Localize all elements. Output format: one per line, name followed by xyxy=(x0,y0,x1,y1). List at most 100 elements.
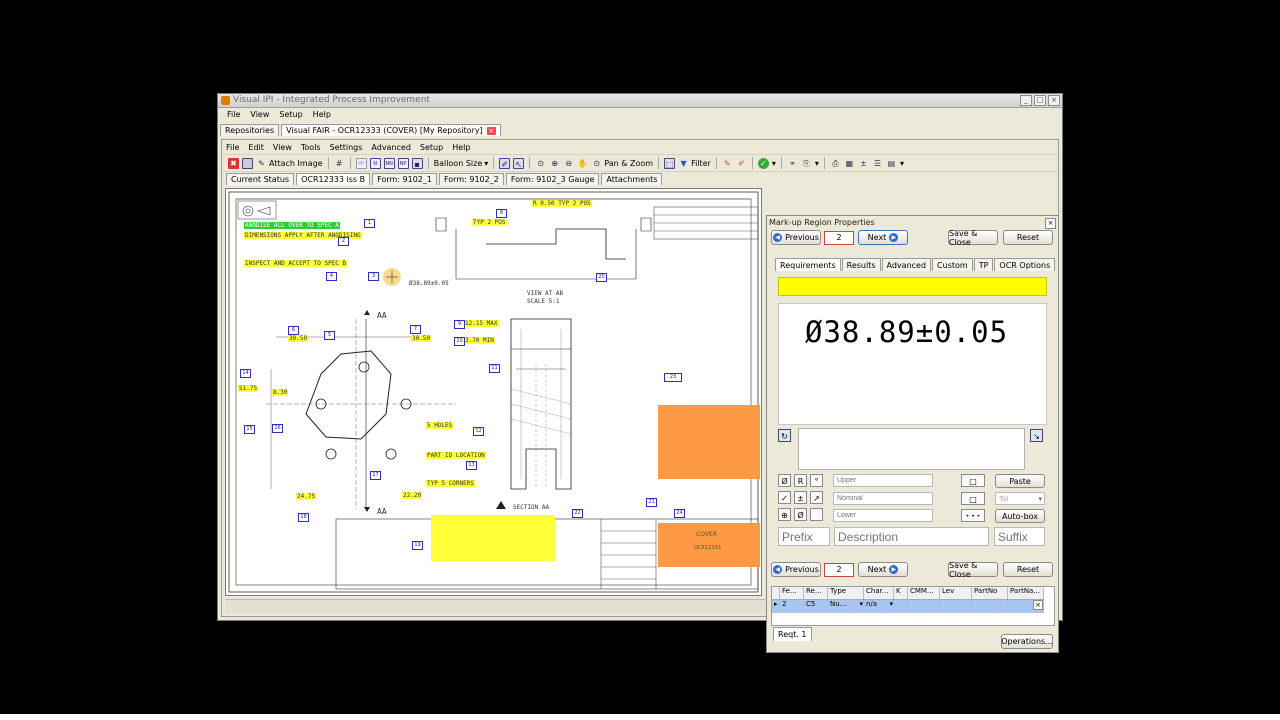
ocr-icon[interactable]: ↻ xyxy=(778,429,791,442)
balloon-marker[interactable]: 10 xyxy=(454,337,465,346)
annotation-view-at[interactable]: VIEW AT AB xyxy=(526,290,565,297)
chevron-down-icon[interactable]: ▾ xyxy=(815,159,819,168)
tab-reqt-1[interactable]: Reqt. 1 xyxy=(773,627,812,641)
check-icon[interactable]: ✓ xyxy=(757,157,769,169)
upper-field[interactable] xyxy=(833,474,933,487)
balloon-marker[interactable]: 11 xyxy=(489,364,500,373)
annotation-aa-top[interactable]: AA xyxy=(376,311,388,320)
zoom-in-icon[interactable]: ⊕ xyxy=(549,158,560,169)
auto-box-button[interactable]: Auto-box xyxy=(995,509,1045,523)
tolerance-dropdown[interactable]: Tol ▾ xyxy=(995,492,1045,505)
chevron-down-icon[interactable]: ▾ xyxy=(772,159,776,168)
report-icon[interactable]: ⎙ xyxy=(830,158,841,169)
nn-icon[interactable]: NN xyxy=(383,157,395,169)
requirement-text-area[interactable] xyxy=(798,428,1025,470)
description-field[interactable] xyxy=(834,527,989,546)
cell-k[interactable] xyxy=(894,600,908,613)
npp-icon[interactable]: NP xyxy=(397,157,409,169)
suffix-field[interactable] xyxy=(994,527,1045,546)
annotation-corners[interactable]: TYP 5 CORNERS xyxy=(426,480,475,487)
balloon-marker[interactable]: 19 xyxy=(412,541,423,550)
col-partname[interactable]: PartNa... xyxy=(1008,587,1044,599)
record-index-field[interactable]: 2 xyxy=(824,231,854,245)
menu-setup[interactable]: Setup xyxy=(420,143,443,152)
balloon-marker[interactable]: 16 xyxy=(272,424,283,433)
save-close-button-2[interactable]: Save & Close xyxy=(948,561,998,579)
cell-re[interactable]: C5 xyxy=(804,600,828,613)
balloon-marker[interactable]: 22 xyxy=(572,509,583,518)
col-cmm[interactable]: CMM... xyxy=(908,587,940,599)
delete-row-icon[interactable]: × xyxy=(1033,600,1043,610)
title-block[interactable]: COVER OCR12333 xyxy=(658,523,760,567)
upper-toggle-button[interactable]: □ xyxy=(961,474,985,487)
annotation-inspect[interactable]: INSPECT AND ACCEPT TO SPEC B xyxy=(244,260,348,267)
tab-requirements[interactable]: Requirements xyxy=(775,258,841,271)
balloon-marker[interactable]: 24 xyxy=(674,509,685,518)
hand-icon[interactable]: ✋ xyxy=(577,158,588,169)
maximize-icon[interactable]: □ xyxy=(1034,95,1046,106)
balloon-marker[interactable]: 3 xyxy=(368,272,379,281)
tab-ocr-options[interactable]: OCR Options xyxy=(994,258,1056,271)
list-icon[interactable]: ☰ xyxy=(872,158,883,169)
annotation-3050-right[interactable]: 30.50 xyxy=(411,335,432,342)
menu-view[interactable]: View xyxy=(273,143,292,152)
tab-advanced[interactable]: Advanced xyxy=(881,258,932,271)
balloon-size-dropdown[interactable]: Balloon Size ▾ xyxy=(434,159,489,168)
menu-edit[interactable]: Edit xyxy=(248,143,264,152)
tab-attachments[interactable]: Attachments xyxy=(601,173,663,185)
close-tab-icon[interactable]: × xyxy=(486,126,496,135)
apply-icon[interactable]: ↘ xyxy=(1030,429,1043,442)
next-button-2[interactable]: Next ▶ xyxy=(858,562,908,577)
tab-repositories[interactable]: Repositories xyxy=(220,124,280,136)
prefix-field[interactable] xyxy=(778,527,830,546)
process-notes-block[interactable] xyxy=(658,405,760,479)
balloon-marker[interactable]: 1 xyxy=(364,219,375,228)
check-symbol-button[interactable]: ✓ xyxy=(778,491,791,504)
menu-file[interactable]: File xyxy=(226,143,239,152)
annotation-5175[interactable]: 51.75 xyxy=(238,385,259,392)
balloon-marker[interactable]: 14 xyxy=(240,369,251,378)
minimize-icon[interactable]: _ xyxy=(1020,95,1032,106)
edit-icon[interactable]: ✐ xyxy=(499,157,511,169)
lower-toggle-button[interactable]: □ xyxy=(961,492,985,505)
annotation-830[interactable]: 8.30 xyxy=(272,389,289,396)
cell-lev[interactable] xyxy=(940,600,972,613)
position-symbol-button[interactable]: ⊕ xyxy=(778,508,791,521)
tab-form-9102-1[interactable]: Form: 9102_1 xyxy=(372,173,437,185)
menu-help[interactable]: Help xyxy=(313,110,331,119)
menu-file[interactable]: File xyxy=(227,110,240,119)
annotation-section[interactable]: SECTION AA xyxy=(512,504,551,511)
grid-icon[interactable]: # xyxy=(334,158,345,169)
balloon-marker[interactable]: 6 xyxy=(288,326,299,335)
reset-button-2[interactable]: Reset xyxy=(1003,562,1053,577)
tab-ocr12333[interactable]: OCR12333 iss B xyxy=(296,173,371,185)
col-type[interactable]: Type xyxy=(828,587,864,599)
table-row[interactable]: ▸ 2 C5 Nu... ▾ n/a ▾ × xyxy=(772,600,1044,613)
tab-results[interactable]: Results xyxy=(841,258,881,271)
tab-form-9102-3-gauge[interactable]: Form: 9102_3 Gauge xyxy=(505,173,600,185)
annotation-2220[interactable]: 22.20 xyxy=(402,492,423,499)
balloon-marker[interactable]: 15 xyxy=(244,425,255,434)
runout-symbol-button[interactable]: ↗ xyxy=(810,491,823,504)
zoom-icon[interactable]: ⊙ xyxy=(535,158,546,169)
radius-symbol-button[interactable]: R xyxy=(794,474,807,487)
diameter-symbol-button[interactable]: Ø xyxy=(778,474,791,487)
close-icon[interactable]: × xyxy=(1045,218,1056,229)
col-lev[interactable]: Lev xyxy=(940,587,972,599)
annotation-holes[interactable]: 5 HOLES xyxy=(426,422,454,429)
balloon-marker[interactable]: 4 xyxy=(326,272,337,281)
highlight-color-bar[interactable] xyxy=(778,277,1047,296)
cell-char[interactable]: n/a ▾ xyxy=(864,600,894,613)
n-icon[interactable]: N xyxy=(369,157,381,169)
attach-image-button[interactable]: ✎ Attach Image xyxy=(256,158,322,169)
export-icon[interactable]: ⎘ xyxy=(801,158,812,169)
annotation-diameter[interactable]: Ø38.89±0.05 xyxy=(408,280,450,287)
pan-zoom-button[interactable]: ⊙ Pan & Zoom xyxy=(591,158,653,169)
menu-tools[interactable]: Tools xyxy=(301,143,321,152)
cell-fe[interactable]: 2 xyxy=(780,600,804,613)
menu-help[interactable]: Help xyxy=(452,143,470,152)
reset-button[interactable]: Reset xyxy=(1003,230,1053,245)
menu-setup[interactable]: Setup xyxy=(279,110,302,119)
square-icon[interactable]: ▪ xyxy=(411,157,423,169)
stamp-icon[interactable]: ✐ xyxy=(736,158,747,169)
